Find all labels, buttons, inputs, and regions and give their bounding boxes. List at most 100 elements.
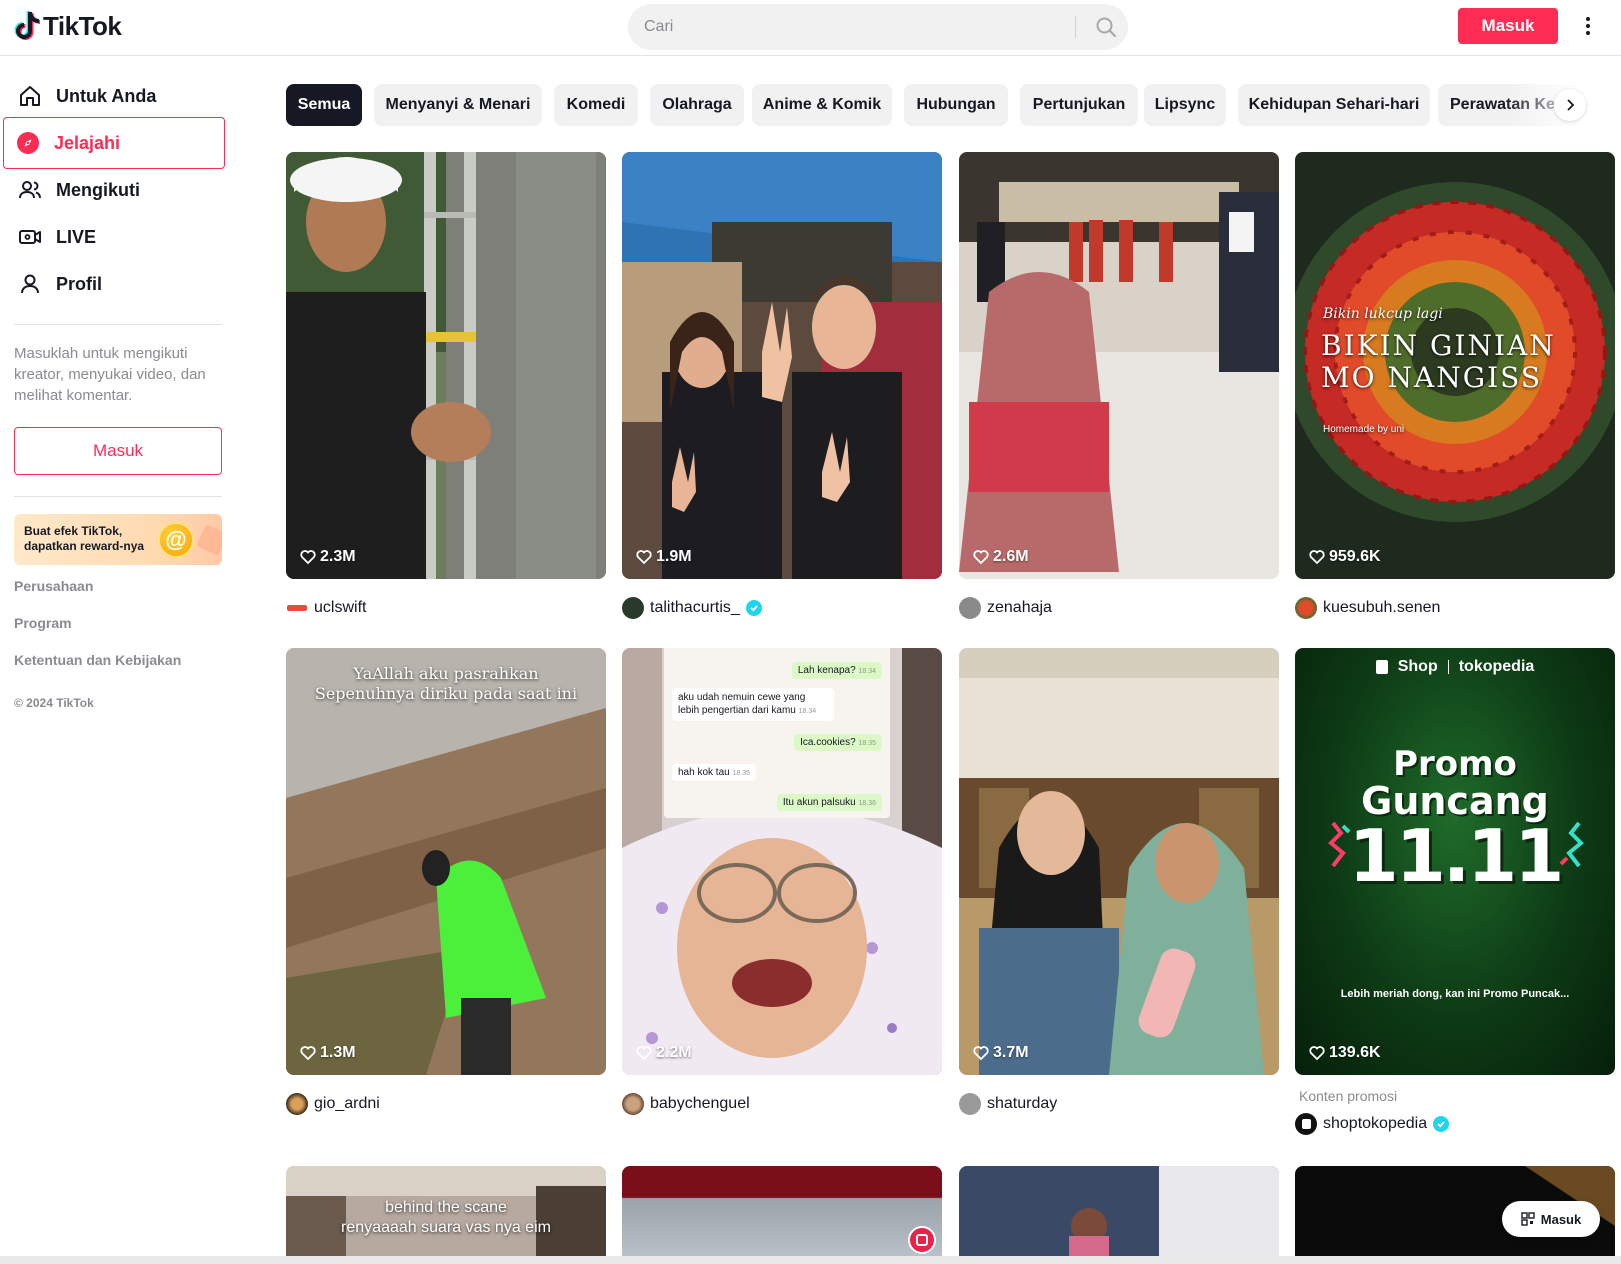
tab-daily-life[interactable]: Kehidupan Sehari-hari bbox=[1238, 84, 1430, 126]
tiktok-logo[interactable]: TikTok bbox=[14, 10, 122, 42]
sidebar-item-profile[interactable]: Profil bbox=[6, 260, 232, 308]
video-overlay-title-2: MO NANGISS bbox=[1321, 361, 1543, 394]
video-thumbnail[interactable] bbox=[959, 1166, 1279, 1256]
video-author[interactable]: shaturday bbox=[959, 1093, 1057, 1115]
horizontal-scrollbar[interactable] bbox=[0, 1256, 1621, 1264]
search-button[interactable] bbox=[1084, 4, 1128, 50]
video-thumbnail[interactable]: Shop tokopedia Promo Guncang 11.11 Lebih… bbox=[1295, 648, 1615, 1075]
search-icon bbox=[1096, 17, 1117, 38]
video-overlay-line2: renyaaaah suara vas nya eim bbox=[341, 1219, 551, 1236]
video-author[interactable]: shoptokopedia bbox=[1295, 1113, 1450, 1135]
video-author[interactable]: gio_ardni bbox=[286, 1093, 380, 1115]
sparkle-right-icon bbox=[1559, 821, 1584, 868]
video-author[interactable]: babychenguel bbox=[622, 1093, 750, 1115]
footer-link-company[interactable]: Perusahaan bbox=[14, 578, 93, 594]
chat-time: 18.35 bbox=[732, 770, 751, 777]
copyright: © 2024 TikTok bbox=[14, 696, 94, 710]
sidebar-item-label: Jelajahi bbox=[54, 132, 121, 153]
tab-all[interactable]: Semua bbox=[286, 84, 362, 126]
video-thumbnail[interactable]: 2.6M bbox=[959, 152, 1279, 579]
sidebar-item-live[interactable]: LIVE bbox=[6, 213, 232, 261]
search-input[interactable] bbox=[644, 4, 1084, 50]
chat-time: 18.35 bbox=[858, 740, 876, 747]
video-thumbnail[interactable]: Lah kenapa? 18.34 aku udah nemuin cewe y… bbox=[622, 648, 942, 1075]
like-count: 3.7M bbox=[973, 1044, 1029, 1062]
video-thumbnail[interactable] bbox=[622, 1166, 942, 1256]
sidebar-item-explore[interactable]: Jelajahi bbox=[3, 117, 225, 169]
avatar bbox=[286, 1093, 308, 1115]
avatar bbox=[959, 597, 981, 619]
like-count: 2.2M bbox=[636, 1044, 692, 1062]
create-effect-banner[interactable]: Buat efek TikTok, dapatkan reward-nya @ bbox=[14, 514, 222, 565]
author-name: gio_ardni bbox=[314, 1095, 380, 1112]
author-name: talithacurtis_ bbox=[650, 599, 740, 616]
footer-link-terms[interactable]: Ketentuan dan Kebijakan bbox=[14, 652, 181, 668]
search-divider bbox=[1075, 16, 1076, 38]
video-thumbnail[interactable]: YaAllah aku pasrahkan Sepenuhnya diriku … bbox=[286, 648, 606, 1075]
sidebar-divider bbox=[14, 324, 222, 325]
tab-anime-comics[interactable]: Anime & Komik bbox=[752, 84, 892, 126]
sidebar-item-following[interactable]: Mengikuti bbox=[6, 166, 232, 214]
video-author[interactable]: uclswift bbox=[286, 597, 366, 619]
video-author[interactable]: talithacurtis_ bbox=[622, 597, 762, 619]
heart-icon bbox=[636, 1046, 652, 1061]
heart-icon bbox=[1309, 550, 1325, 565]
like-count-text: 2.3M bbox=[320, 548, 356, 565]
sidebar-item-label: Profil bbox=[56, 273, 103, 294]
like-count-text: 1.3M bbox=[320, 1044, 356, 1061]
author-name: shaturday bbox=[987, 1095, 1058, 1112]
effect-banner-text: Buat efek TikTok, dapatkan reward-nya bbox=[24, 524, 154, 554]
login-prompt: Masuklah untuk mengikuti kreator, menyuk… bbox=[14, 345, 206, 404]
video-overlay-title-1: BIKIN GINIAN bbox=[1321, 329, 1556, 362]
following-icon bbox=[18, 178, 42, 202]
shop-bag-icon bbox=[1375, 660, 1388, 674]
sidebar-item-for-you[interactable]: Untuk Anda bbox=[6, 72, 232, 120]
live-icon bbox=[18, 225, 42, 249]
tab-lipsync[interactable]: Lipsync bbox=[1144, 84, 1226, 126]
tokopedia-label: tokopedia bbox=[1458, 658, 1535, 675]
effect-banner-line2: dapatkan reward-nya bbox=[24, 539, 145, 553]
author-name: uclswift bbox=[314, 599, 367, 616]
reward-coin-icon: @ bbox=[158, 522, 194, 558]
tabs-next-button[interactable] bbox=[1554, 89, 1586, 121]
video-thumbnail[interactable]: 1.9M bbox=[622, 152, 942, 579]
video-thumbnail[interactable]: behind the scane renyaaaah suara vas nya… bbox=[286, 1166, 606, 1256]
video-thumbnail[interactable]: Bikin lukcup lagi BIKIN GINIAN MO NANGIS… bbox=[1295, 152, 1615, 579]
tab-sports[interactable]: Olahraga bbox=[650, 84, 744, 126]
footer-link-program[interactable]: Program bbox=[14, 615, 72, 631]
author-name: zenahaja bbox=[987, 599, 1052, 616]
tiktok-logo-icon bbox=[14, 11, 40, 40]
tab-comedy[interactable]: Komedi bbox=[554, 84, 638, 126]
tab-relationships[interactable]: Hubungan bbox=[904, 84, 1008, 126]
decoration-icon bbox=[196, 524, 222, 556]
like-count: 2.3M bbox=[300, 548, 356, 566]
heart-icon bbox=[973, 1046, 989, 1061]
login-button[interactable]: Masuk bbox=[1458, 8, 1558, 44]
floating-login-button[interactable]: Masuk bbox=[1502, 1201, 1600, 1237]
qr-icon bbox=[1521, 1212, 1535, 1226]
heart-icon bbox=[300, 550, 316, 565]
tab-singing-dancing[interactable]: Menyanyi & Menari bbox=[374, 84, 542, 126]
compass-icon bbox=[16, 131, 40, 155]
like-count-text: 3.7M bbox=[993, 1044, 1029, 1061]
video-author[interactable]: kuesubuh.senen bbox=[1295, 597, 1440, 619]
promo-title: Promo bbox=[1393, 744, 1517, 784]
camera-icon bbox=[908, 1226, 936, 1254]
chat-time: 18.34 bbox=[858, 668, 876, 675]
video-author[interactable]: zenahaja bbox=[959, 597, 1052, 619]
like-count-text: 139.6K bbox=[1329, 1044, 1381, 1061]
video-thumbnail[interactable]: 3.7M bbox=[959, 648, 1279, 1075]
video-overlay-script: Bikin lukcup lagi bbox=[1323, 306, 1443, 322]
promo-caption: Lebih meriah dong, kan ini Promo Puncak.… bbox=[1340, 988, 1570, 1000]
promoted-content-label: Konten promosi bbox=[1299, 1088, 1398, 1104]
sidebar-login-button[interactable]: Masuk bbox=[14, 427, 222, 475]
shop-label: Shop bbox=[1397, 658, 1438, 675]
video-thumbnail[interactable]: 2.3M bbox=[286, 152, 606, 579]
tab-shows[interactable]: Pertunjukan bbox=[1020, 84, 1138, 126]
chat-bubble-out: Ica.cookies? 18.35 bbox=[794, 734, 882, 751]
video-overlay-line1: behind the scane bbox=[385, 1199, 507, 1216]
more-vertical-icon[interactable] bbox=[1578, 12, 1598, 40]
sidebar: Untuk Anda Jelajahi Mengikuti LIVE Profi… bbox=[0, 56, 240, 1264]
effect-banner-line1: Buat efek TikTok, bbox=[24, 524, 123, 538]
top-header: TikTok Masuk bbox=[0, 0, 1621, 56]
